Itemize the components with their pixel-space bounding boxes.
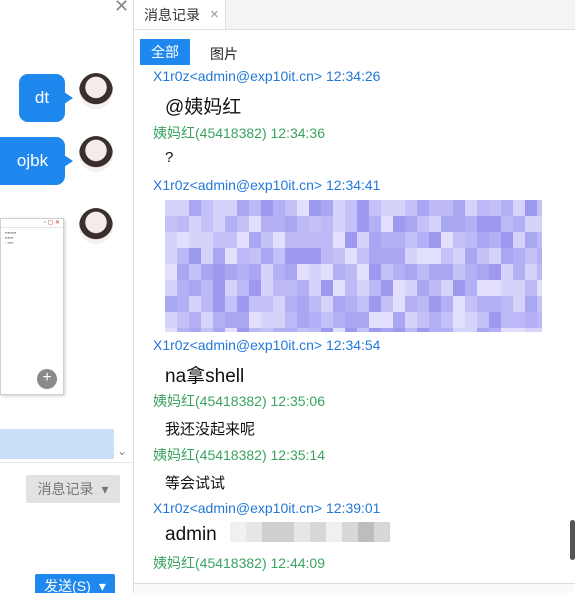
message-content: 等会试试 <box>165 475 226 492</box>
message-sender: 姨妈红(45418382) 12:35:06 <box>153 393 325 409</box>
thumbnail-titlebar: ▫ ▢ ✕ <box>1 219 63 228</box>
avatar[interactable] <box>79 136 113 172</box>
history-button-label: 消息记录 <box>37 481 94 497</box>
chat-pane: ✕ dt ojbk ▫ ▢ ✕ ▪▪▪▪▪▪▪▪ ▪▪▪▪▪▪ ◦ ▪▪▪▪ + ⌄… <box>0 0 133 593</box>
message-content: admin <box>165 524 217 545</box>
image-thumbnail[interactable]: ▫ ▢ ✕ ▪▪▪▪▪▪▪▪ ▪▪▪▪▪▪ ◦ ▪▪▪▪ <box>0 218 64 395</box>
divider <box>0 462 133 463</box>
chat-bubble: dt <box>19 74 73 122</box>
tab-label: 消息记录 <box>144 6 200 23</box>
chevron-down-icon: ▾ <box>98 577 106 593</box>
avatar[interactable] <box>79 73 113 109</box>
close-icon[interactable]: ✕ <box>114 0 129 17</box>
message-list: X1r0z<admin@exp10it.cn> 12:34:26 @姨妈红 姨妈… <box>134 66 575 593</box>
scroll-down-icon[interactable]: ⌄ <box>115 444 129 458</box>
redacted-text <box>230 522 390 542</box>
bubble-text: dt <box>34 88 50 107</box>
history-button[interactable]: 消息记录 ▾ <box>26 475 120 503</box>
chat-bubble: ojbk <box>0 137 73 185</box>
chevron-down-icon: ▾ <box>101 480 109 497</box>
message-sender: X1r0z<admin@exp10it.cn> 12:34:26 <box>153 68 381 84</box>
message-sender: X1r0z<admin@exp10it.cn> 12:34:41 <box>153 177 381 193</box>
bubble-text: ojbk <box>16 151 49 170</box>
thumbnail-content: ▪▪▪▪▪▪▪▪ ▪▪▪▪▪▪ ◦ ▪▪▪▪ <box>5 230 17 245</box>
message-content: 我还没起来呢 <box>165 421 256 438</box>
history-pane: 消息记录 × 全部 图片 X1r0z<admin@exp10it.cn> 12:… <box>134 0 575 593</box>
message-sender: 姨妈红(45418382) 12:44:09 <box>153 555 325 571</box>
filter-images-button[interactable]: 图片 <box>210 44 238 64</box>
send-button[interactable]: 发送(S) ▾ <box>35 574 115 593</box>
scrollbar-thumb[interactable] <box>570 520 575 560</box>
message-content: ? <box>165 149 174 166</box>
bottom-toolbar <box>134 583 575 593</box>
selected-input-band <box>0 429 114 459</box>
message-content: na拿shell <box>165 366 245 387</box>
message-content: @姨妈红 <box>165 97 242 118</box>
close-icon[interactable]: × <box>210 6 219 23</box>
message-sender: 姨妈红(45418382) 12:34:36 <box>153 125 325 141</box>
redacted-content <box>165 200 542 332</box>
send-button-label: 发送(S) <box>44 578 91 593</box>
message-sender: X1r0z<admin@exp10it.cn> 12:34:54 <box>153 337 381 353</box>
zoom-icon[interactable]: + <box>37 369 57 389</box>
message-sender: X1r0z<admin@exp10it.cn> 12:39:01 <box>153 500 381 516</box>
message-sender: 姨妈红(45418382) 12:35:14 <box>153 447 325 463</box>
avatar[interactable] <box>79 208 113 244</box>
tab-message-history[interactable]: 消息记录 × <box>134 0 226 29</box>
tab-bar: 消息记录 × <box>134 0 575 30</box>
filter-all-button[interactable]: 全部 <box>140 39 190 65</box>
